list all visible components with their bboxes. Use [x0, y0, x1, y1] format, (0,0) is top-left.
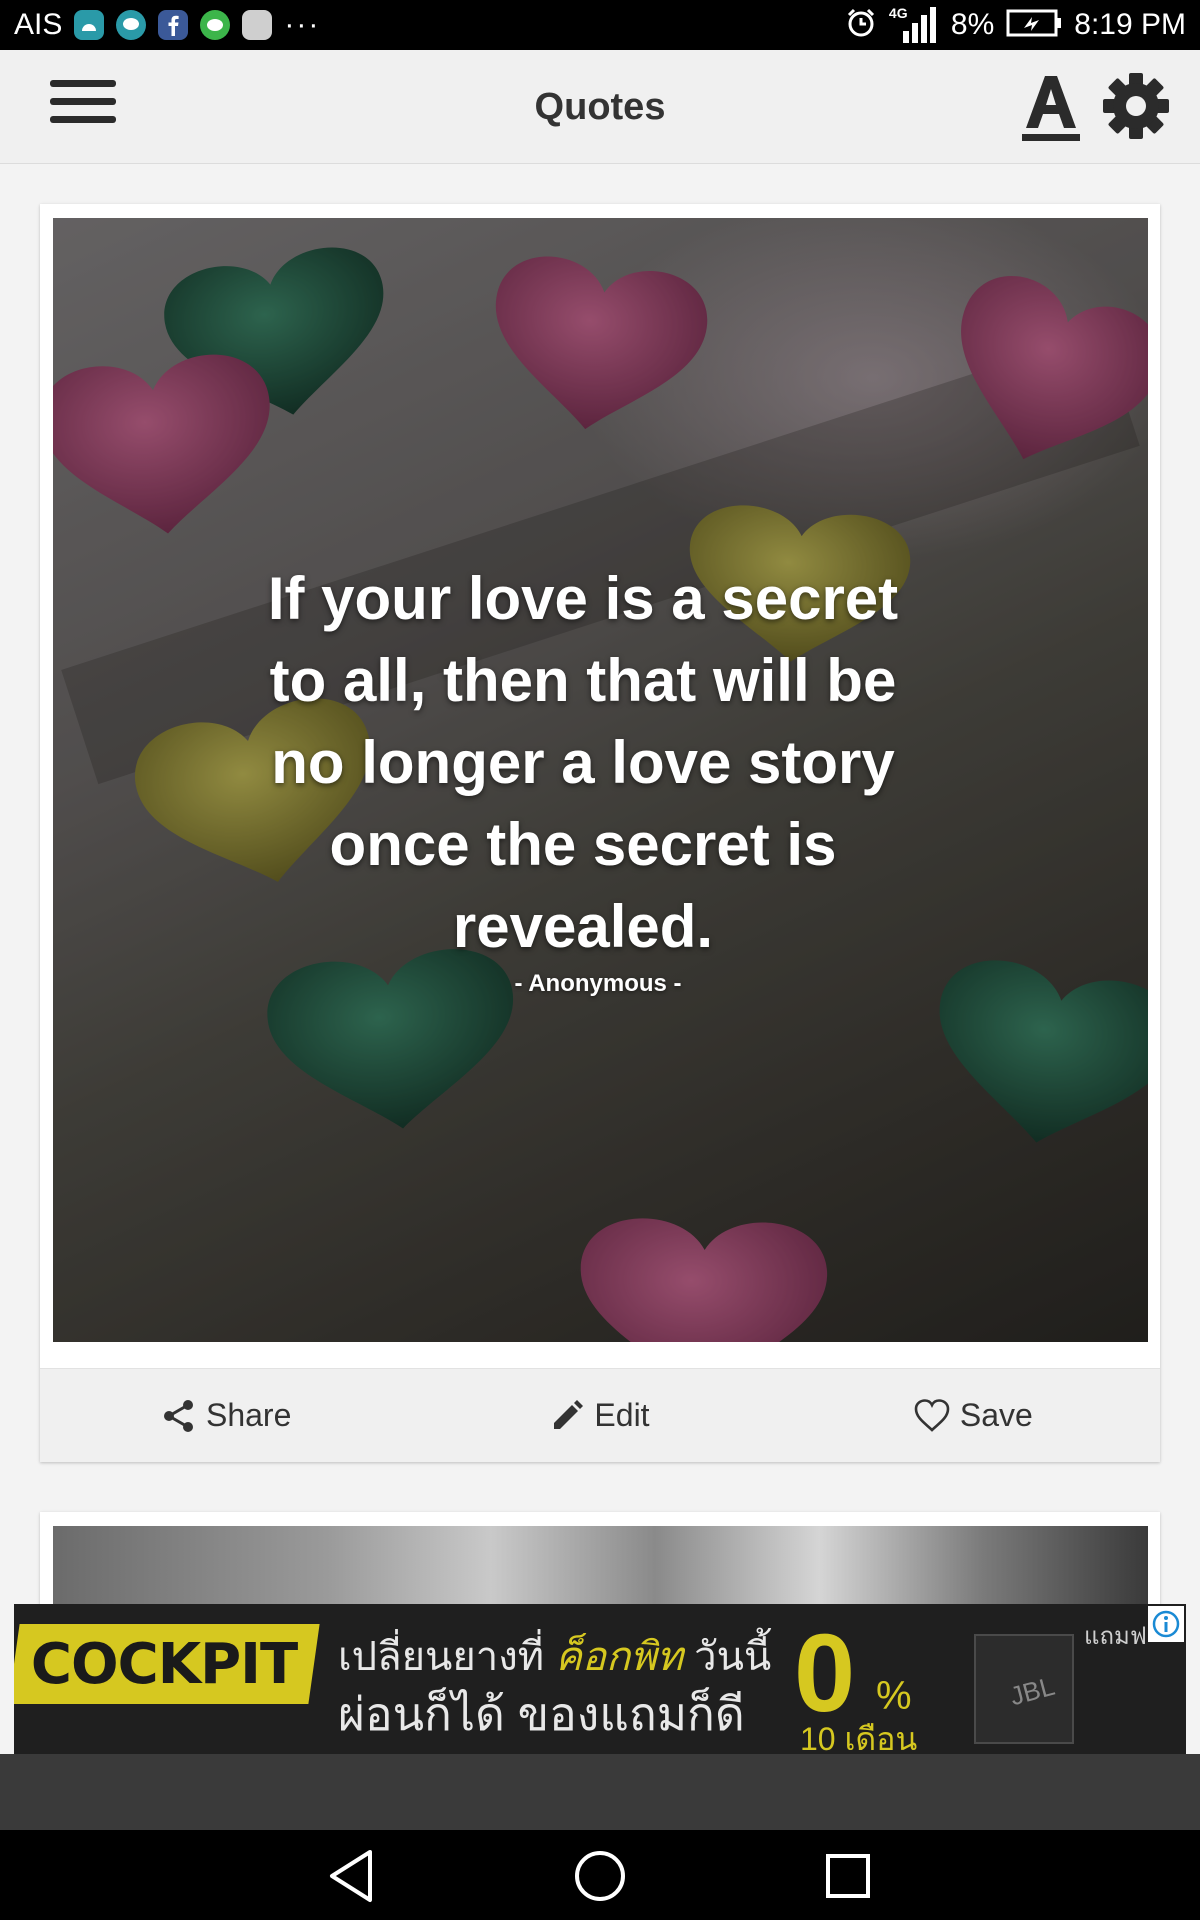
edit-button[interactable]: Edit — [413, 1369, 786, 1462]
alarm-icon — [845, 7, 877, 44]
status-bar: AIS ··· 4G 8% 8:19 PM — [0, 0, 1200, 50]
ad-headline-suffix: วันนี้ — [683, 1635, 772, 1679]
carrier-label: AIS — [14, 8, 63, 41]
battery-charging-icon — [1006, 8, 1062, 43]
ad-brand-logo: COCKPIT — [14, 1624, 320, 1704]
share-button[interactable]: Share — [40, 1369, 413, 1462]
share-icon — [163, 1399, 193, 1432]
facebook-icon — [158, 10, 189, 40]
app-toolbar: Quotes — [0, 50, 1200, 164]
ad-rate-percent: % — [876, 1674, 912, 1718]
ad-product-image: JBL — [974, 1634, 1074, 1744]
message-icon — [116, 10, 147, 40]
line-icon — [200, 10, 231, 40]
signal-icon: 4G — [889, 5, 939, 45]
font-size-icon[interactable] — [1018, 72, 1084, 144]
android-icon — [74, 10, 105, 40]
ad-subheadline: ผ่อนก็ได้ ของแถมก็ดี — [338, 1688, 745, 1740]
status-left: AIS ··· — [14, 8, 320, 42]
ad-container-bottom — [0, 1754, 1200, 1830]
recent-apps-icon[interactable] — [816, 1844, 880, 1908]
system-navigation-bar — [0, 1830, 1200, 1920]
edit-label: Edit — [594, 1397, 650, 1433]
ad-months: 10 เดือน — [800, 1721, 918, 1754]
ad-banner[interactable]: COCKPIT เปลี่ยนยางที่ ค็อกพิท วันนี้ ผ่อ… — [14, 1604, 1186, 1754]
battery-percent: 8% — [950, 8, 995, 41]
status-right: 4G 8% 8:19 PM — [845, 5, 1186, 45]
quote-text: If your love is a secret to all, then th… — [267, 565, 899, 960]
back-icon[interactable] — [320, 1844, 384, 1908]
save-button[interactable]: Save — [787, 1369, 1160, 1462]
home-icon[interactable] — [568, 1844, 632, 1908]
ad-rate: 0 — [794, 1612, 856, 1735]
quote-card: If your love is a secret to all, then th… — [40, 204, 1160, 1462]
heart-outline-icon — [914, 1398, 950, 1432]
ad-headline-highlight: ค็อกพิท — [555, 1635, 683, 1679]
ad-product-label: JBL — [1006, 1670, 1058, 1712]
ad-headline-prefix: เปลี่ยนยางที่ — [338, 1635, 556, 1679]
quote-background-image[interactable]: If your love is a secret to all, then th… — [53, 218, 1148, 1342]
app-icon — [242, 10, 273, 40]
more-notifications-indicator: ··· — [284, 8, 321, 41]
ad-brand-text: COCKPIT — [30, 1631, 298, 1697]
clock: 8:19 PM — [1074, 8, 1186, 41]
quote-author: - Anonymous - — [514, 970, 682, 997]
gear-icon[interactable] — [1100, 70, 1172, 142]
share-label: Share — [205, 1397, 292, 1433]
ad-info-icon[interactable] — [1148, 1606, 1184, 1642]
ad-gift-text: แถมฟ — [1084, 1623, 1147, 1650]
quote-actions-bar: Share Edit Save — [40, 1368, 1160, 1462]
pencil-icon — [554, 1399, 584, 1429]
save-label: Save — [959, 1397, 1033, 1433]
